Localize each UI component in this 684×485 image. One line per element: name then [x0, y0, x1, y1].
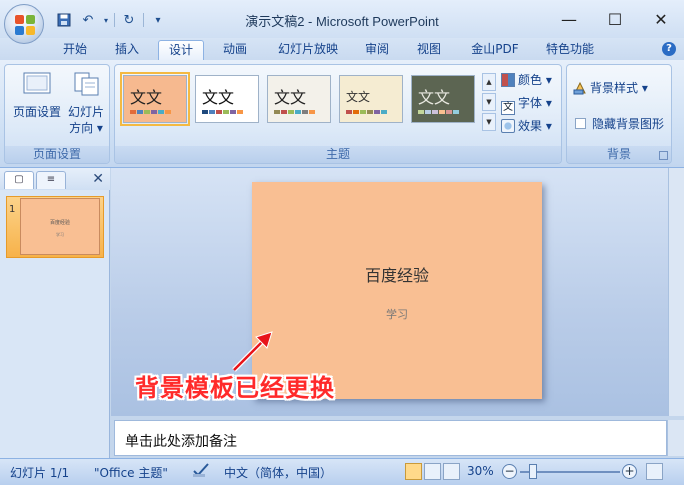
tab-view[interactable]: 视图: [406, 40, 452, 60]
theme-thumbnail[interactable]: 文文: [195, 75, 259, 123]
background-styles-button[interactable]: 背景样式 ▾: [573, 79, 648, 97]
slide-orientation-label-2: 方向 ▾: [69, 121, 103, 135]
close-button[interactable]: ✕: [638, 0, 684, 38]
status-language[interactable]: 中文（简体，中国）: [224, 464, 332, 481]
tab-home[interactable]: 开始: [52, 40, 98, 60]
slide-subtitle[interactable]: 学习: [252, 306, 542, 322]
theme-thumbnail[interactable]: 文文: [411, 75, 475, 123]
group-label-background: 背景: [567, 146, 671, 163]
tab-special-features[interactable]: 特色功能: [538, 40, 602, 60]
colors-icon: [501, 73, 515, 87]
effects-icon: [501, 119, 515, 133]
notes-pane[interactable]: 单击此处添加备注: [114, 420, 667, 456]
slide-title[interactable]: 百度经验: [252, 262, 542, 286]
tab-animations[interactable]: 动画: [212, 40, 258, 60]
dialog-launcher-icon[interactable]: [659, 151, 668, 160]
theme-colors-button[interactable]: 颜色 ▾: [501, 71, 552, 89]
slide-thumbnail[interactable]: 百度经验 学习: [20, 198, 100, 255]
slide-orientation-icon: [74, 72, 99, 96]
notes-scrollbar[interactable]: [667, 420, 684, 456]
theme-fonts-button[interactable]: 文字体 ▾: [501, 94, 552, 115]
background-styles-label: 背景样式 ▾: [590, 81, 648, 95]
group-background: 背景样式 ▾ 隐藏背景图形 背景: [566, 64, 672, 164]
theme-sample-text: 文文: [418, 88, 451, 107]
group-themes: 文文 文文 文文 文文 文文 ▲ ▼ ▼ 颜色 ▾ 文字体 ▾ 效果 ▾ 主题: [114, 64, 562, 164]
maximize-button[interactable]: ☐: [592, 0, 638, 38]
theme-color-bars: [418, 110, 459, 114]
normal-view-icon[interactable]: [405, 463, 422, 480]
group-label-page-setup: 页面设置: [5, 146, 109, 163]
outline-tab[interactable]: ≡: [36, 171, 66, 189]
slide-sorter-view-icon[interactable]: [424, 463, 441, 480]
theme-thumbnail[interactable]: 文文: [267, 75, 331, 123]
fit-to-window-icon[interactable]: [646, 463, 663, 480]
theme-colors-label: 颜色 ▾: [518, 73, 552, 87]
zoom-level[interactable]: 30%: [467, 464, 494, 478]
theme-fonts-label: 字体 ▾: [518, 96, 552, 110]
minimize-button[interactable]: —: [546, 0, 592, 38]
hide-background-graphics-label: 隐藏背景图形: [592, 117, 665, 131]
tab-kingsoft-pdf[interactable]: 金山PDF: [462, 40, 528, 60]
thumbnail-subtitle: 学习: [56, 232, 64, 237]
tab-insert[interactable]: 插入: [104, 40, 150, 60]
zoom-out-button[interactable]: −: [502, 464, 517, 479]
theme-effects-button[interactable]: 效果 ▾: [501, 117, 552, 135]
theme-effects-label: 效果 ▾: [518, 119, 552, 133]
slide-show-view-icon[interactable]: [443, 463, 460, 480]
status-slide-info: 幻灯片 1/1: [10, 466, 70, 480]
group-page-setup: 页面设置 幻灯片 方向 ▾ 页面设置: [4, 64, 110, 164]
slides-panel-tabs: ▢ ≡ ✕: [0, 168, 110, 190]
theme-color-bars: [346, 110, 387, 114]
thumbnail-title: 百度经验: [49, 220, 70, 226]
slides-panel: ▢ ≡ ✕ 1 百度经验 学习: [0, 168, 110, 458]
theme-gallery-scroll: ▲ ▼ ▼: [482, 73, 496, 131]
close-panel-icon[interactable]: ✕: [92, 171, 104, 187]
page-setup-button[interactable]: 页面设置: [9, 71, 65, 120]
gallery-scroll-up-icon[interactable]: ▲: [482, 73, 496, 91]
help-icon[interactable]: ?: [662, 42, 676, 56]
spell-check-icon[interactable]: [192, 462, 210, 481]
group-label-themes: 主题: [115, 146, 561, 163]
tab-review[interactable]: 审阅: [354, 40, 400, 60]
notes-placeholder: 单击此处添加备注: [125, 434, 237, 450]
theme-color-bars: [202, 110, 243, 114]
status-bar: 幻灯片 1/1 "Office 主题" 中文（简体，中国） 30% − +: [0, 458, 684, 485]
hide-background-graphics-checkbox[interactable]: 隐藏背景图形: [575, 115, 664, 133]
theme-sample-text: 文文: [202, 88, 235, 107]
gallery-scroll-down-icon[interactable]: ▼: [482, 93, 496, 111]
title-bar: ↶ ▾ ↻ ▾ 演示文稿2 - Microsoft PowerPoint — ☐…: [0, 0, 684, 38]
theme-thumbnail[interactable]: 文文: [339, 75, 403, 123]
vertical-scrollbar[interactable]: [668, 168, 684, 416]
page-setup-icon: [23, 72, 51, 94]
ribbon: 页面设置 幻灯片 方向 ▾ 页面设置 文文 文文 文文 文文 文文 ▲ ▼ ▼ …: [0, 60, 684, 168]
office-button[interactable]: [4, 4, 44, 44]
theme-sample-text: 文文: [346, 90, 371, 104]
status-theme-name: "Office 主题": [94, 466, 168, 480]
slide-canvas[interactable]: 百度经验 学习: [252, 182, 542, 399]
zoom-slider-thumb[interactable]: [529, 464, 537, 479]
office-logo-icon: [15, 15, 35, 35]
zoom-in-button[interactable]: +: [622, 464, 637, 479]
slide-orientation-label-1: 幻灯片: [67, 105, 104, 119]
gallery-more-icon[interactable]: ▼: [482, 113, 496, 131]
tab-slide-show[interactable]: 幻灯片放映: [268, 40, 348, 60]
fonts-icon: 文: [501, 101, 515, 115]
background-styles-icon: [573, 81, 587, 95]
theme-thumbnail[interactable]: 文文: [120, 72, 190, 126]
slide-orientation-button[interactable]: 幻灯片 方向 ▾: [63, 71, 109, 136]
theme-sample-text: 文文: [274, 88, 307, 107]
ribbon-tabs: 开始 插入 设计 动画 幻灯片放映 审阅 视图 金山PDF 特色功能 ?: [0, 38, 684, 60]
theme-sample-text: 文文: [130, 88, 163, 107]
tab-design[interactable]: 设计: [158, 40, 204, 60]
slide-number: 1: [9, 204, 16, 215]
theme-color-bars: [130, 110, 171, 114]
slides-tab[interactable]: ▢: [4, 171, 34, 189]
theme-color-bars: [274, 110, 315, 114]
annotation-text: 背景模板已经更换: [135, 374, 335, 402]
window-controls: — ☐ ✕: [546, 0, 684, 38]
page-setup-label: 页面设置: [12, 105, 61, 119]
checkbox-icon: [575, 118, 586, 129]
